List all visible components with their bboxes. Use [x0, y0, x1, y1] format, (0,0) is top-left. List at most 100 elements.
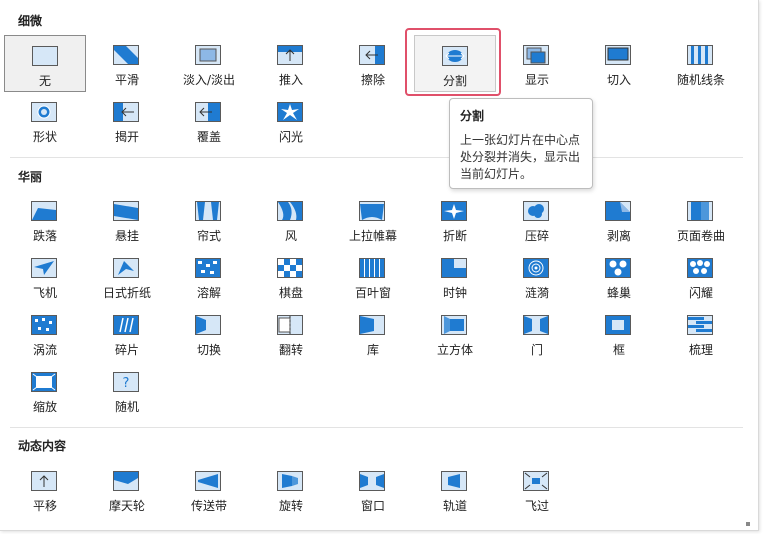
transition-label: 页面卷曲	[676, 229, 725, 243]
transition-label: 平移	[32, 499, 57, 513]
transition-label: 折断	[442, 229, 467, 243]
box-icon	[605, 315, 631, 335]
transition-window[interactable]: 窗口	[332, 461, 414, 518]
transition-origami[interactable]: 日式折纸	[86, 248, 168, 305]
transition-cover[interactable]: 覆盖	[168, 92, 250, 149]
transition-label: 日式折纸	[102, 286, 151, 300]
transition-crush[interactable]: 压碎	[496, 191, 578, 248]
transition-random[interactable]: ? 随机	[86, 362, 168, 419]
transition-shape[interactable]: 形状	[4, 92, 86, 149]
airplane-icon	[31, 258, 57, 278]
transition-label: 飞过	[524, 499, 549, 513]
transition-prestige[interactable]: 上拉帷幕	[332, 191, 414, 248]
transition-switch[interactable]: 切换	[168, 305, 250, 362]
drape-icon	[113, 201, 139, 221]
transition-box[interactable]: 框	[578, 305, 660, 362]
transition-wipe[interactable]: 擦除	[332, 35, 414, 92]
fly-through-icon	[523, 471, 549, 491]
transition-flash[interactable]: 闪光	[250, 92, 332, 149]
shape-icon	[31, 102, 57, 122]
transition-zoom[interactable]: 缩放	[4, 362, 86, 419]
transition-label: 无	[38, 74, 51, 88]
transition-label: 覆盖	[196, 130, 221, 144]
highlight-frame	[405, 28, 501, 96]
transition-label: 传送带	[190, 499, 227, 513]
peel-off-icon	[605, 201, 631, 221]
transition-label: 轨道	[442, 499, 467, 513]
transition-label: 形状	[32, 130, 57, 144]
transition-blinds[interactable]: 百叶窗	[332, 248, 414, 305]
transition-label: 跌落	[32, 229, 57, 243]
resize-grip[interactable]	[746, 522, 750, 526]
transition-airplane[interactable]: 飞机	[4, 248, 86, 305]
pan-icon	[31, 471, 57, 491]
transition-reveal[interactable]: 显示	[496, 35, 578, 92]
cover-icon	[195, 102, 221, 122]
transition-flip[interactable]: 翻转	[250, 305, 332, 362]
transition-gallery[interactable]: 库	[332, 305, 414, 362]
section-title-dynamic: 动态内容	[18, 439, 67, 453]
tooltip-line: 当前幻灯片。	[460, 167, 533, 181]
transition-conveyor[interactable]: 传送带	[168, 461, 250, 518]
transition-wind[interactable]: 风	[250, 191, 332, 248]
transition-label: 溶解	[196, 286, 221, 300]
transition-label: 揭开	[114, 130, 139, 144]
reveal-icon	[523, 45, 549, 65]
transition-label: 上拉帷幕	[348, 229, 397, 243]
page-curl-icon	[687, 201, 713, 221]
transition-curtains[interactable]: 帘式	[168, 191, 250, 248]
wipe-icon	[359, 45, 385, 65]
transition-smooth[interactable]: 平滑	[86, 35, 168, 92]
ferris-wheel-icon	[113, 471, 139, 491]
transition-pan[interactable]: 平移	[4, 461, 86, 518]
transition-orbit[interactable]: 轨道	[414, 461, 496, 518]
transition-dissolve[interactable]: 溶解	[168, 248, 250, 305]
transition-fly-through[interactable]: 飞过	[496, 461, 578, 518]
transition-none[interactable]: 无	[4, 35, 86, 92]
transition-label: 门	[530, 343, 543, 357]
transition-doors[interactable]: 门	[496, 305, 578, 362]
transition-label: 飞机	[32, 286, 57, 300]
dissolve-icon	[195, 258, 221, 278]
transition-label: 闪耀	[688, 286, 713, 300]
rotate-icon	[277, 471, 303, 491]
section-title-exciting: 华丽	[18, 170, 43, 184]
transition-push[interactable]: 推入	[250, 35, 332, 92]
fade-icon	[195, 45, 221, 65]
transition-ripple[interactable]: 涟漪	[496, 248, 578, 305]
transition-rotate[interactable]: 旋转	[250, 461, 332, 518]
transition-label: 百叶窗	[354, 286, 391, 300]
transition-label: 推入	[278, 73, 303, 87]
transition-honeycomb[interactable]: 蜂巢	[578, 248, 660, 305]
gallery-icon	[359, 315, 385, 335]
transition-cut[interactable]: 切入	[578, 35, 660, 92]
push-icon	[277, 45, 303, 65]
transition-peel-off[interactable]: 剥离	[578, 191, 660, 248]
transition-vortex[interactable]: 涡流	[4, 305, 86, 362]
transition-label: 闪光	[278, 130, 303, 144]
transition-random-bars[interactable]: 随机线条	[660, 35, 742, 92]
transition-label: 切换	[196, 343, 221, 357]
transition-checkerboard[interactable]: 棋盘	[250, 248, 332, 305]
cut-icon	[605, 45, 631, 65]
transition-page-curl[interactable]: 页面卷曲	[660, 191, 742, 248]
transition-comb[interactable]: 梳理	[660, 305, 742, 362]
transition-ferris-wheel[interactable]: 摩天轮	[86, 461, 168, 518]
transition-cube[interactable]: 立方体	[414, 305, 496, 362]
cube-icon	[441, 315, 467, 335]
transition-shred[interactable]: 碎片	[86, 305, 168, 362]
transition-label: 棋盘	[278, 286, 303, 300]
transition-glitter[interactable]: 闪耀	[660, 248, 742, 305]
transition-label: 蜂巢	[606, 286, 631, 300]
transition-fall-over[interactable]: 跌落	[4, 191, 86, 248]
section-separator	[10, 427, 743, 428]
fall-over-icon	[31, 201, 57, 221]
transition-fracture[interactable]: 折断	[414, 191, 496, 248]
transition-label: 梳理	[688, 343, 713, 357]
random-bars-icon	[687, 45, 713, 65]
checkerboard-icon	[277, 258, 303, 278]
transition-clock[interactable]: 时钟	[414, 248, 496, 305]
transition-uncover[interactable]: 揭开	[86, 92, 168, 149]
transition-fade[interactable]: 淡入/淡出	[168, 35, 250, 92]
transition-drape[interactable]: 悬挂	[86, 191, 168, 248]
